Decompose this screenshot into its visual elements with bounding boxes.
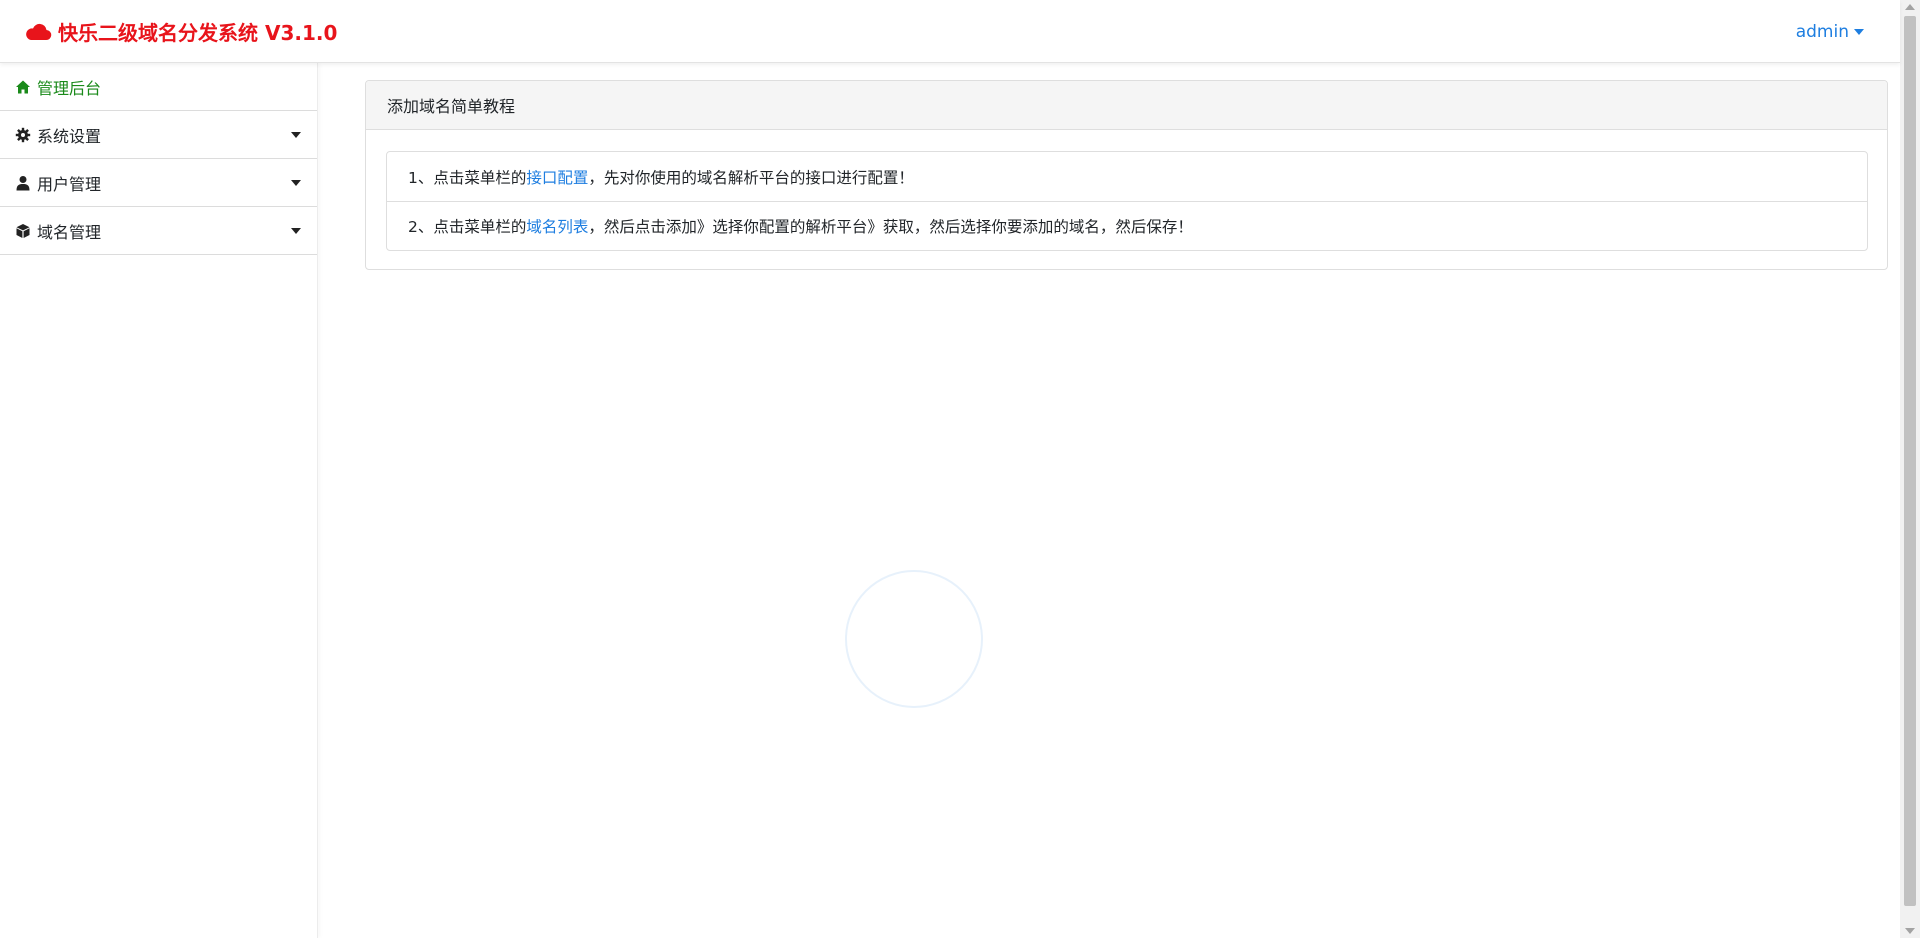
domain-list-link[interactable]: 域名列表 bbox=[526, 215, 588, 237]
step-text-suffix: ，先对你使用的域名解析平台的接口进行配置！ bbox=[588, 168, 914, 187]
cube-icon bbox=[16, 223, 30, 238]
sidebar-item-system-settings[interactable]: 系统设置 bbox=[0, 111, 317, 159]
gear-icon bbox=[15, 127, 31, 142]
cloud-icon bbox=[26, 23, 52, 40]
list-item: 2、点击菜单栏的 域名列表 ，然后点击添加》选择你配置的解析平台》获取，然后选择你要… bbox=[387, 201, 1867, 250]
sidebar-item-label: 用户管理 bbox=[37, 174, 102, 194]
step-text-suffix: ，然后点击添加》选择你配置的解析平台》获取，然后选择你要添加的域名，然后保存！ bbox=[588, 218, 1193, 236]
user-menu-label: admin bbox=[1795, 21, 1849, 42]
sidebar-item-label: 域名管理 bbox=[37, 222, 102, 242]
top-navbar: 快乐二级域名分发系统 V3.1.0 admin bbox=[0, 0, 1900, 63]
scrollbar-thumb[interactable] bbox=[1904, 16, 1916, 906]
step-text-prefix: 2、点击菜单栏的 bbox=[408, 218, 527, 236]
list-item: 1、点击菜单栏的 接口配置 ，先对你使用的域名解析平台的接口进行配置！ bbox=[387, 152, 1867, 201]
chevron-down-icon bbox=[1854, 28, 1864, 35]
caret-down-icon bbox=[291, 228, 301, 234]
brand-text: 快乐二级域名分发系统 V3.1.0 bbox=[58, 21, 338, 45]
brand-title[interactable]: 快乐二级域名分发系统 V3.1.0 bbox=[24, 0, 337, 63]
tutorial-step-list: 1、点击菜单栏的 接口配置 ，先对你使用的域名解析平台的接口进行配置！ 2、点击菜单… bbox=[386, 151, 1868, 251]
tutorial-card: 添加域名简单教程 1、点击菜单栏的 接口配置 ，先对你使用的域名解析平台的接口进行配… bbox=[365, 80, 1888, 270]
user-menu-dropdown[interactable]: admin bbox=[1796, 0, 1864, 63]
sidebar-item-domain-management[interactable]: 域名管理 bbox=[0, 207, 317, 255]
caret-down-icon bbox=[291, 132, 301, 138]
loading-spinner bbox=[845, 570, 983, 708]
home-icon bbox=[16, 80, 30, 93]
sidebar-item-label: 管理后台 bbox=[37, 78, 102, 98]
step-text-prefix: 1、点击菜单栏的 bbox=[408, 168, 527, 187]
scrollbar[interactable] bbox=[1900, 0, 1920, 938]
sidebar-item-dashboard[interactable]: 管理后台 bbox=[0, 63, 317, 111]
sidebar-item-label: 系统设置 bbox=[37, 126, 102, 146]
caret-down-icon bbox=[291, 180, 301, 186]
sidebar: 管理后台 系统设置 用户管理 域名管理 bbox=[0, 63, 318, 938]
card-header: 添加域名简单教程 bbox=[366, 81, 1887, 130]
api-config-link[interactable]: 接口配置 bbox=[526, 166, 588, 188]
scroll-up-icon[interactable] bbox=[1905, 4, 1915, 10]
scroll-down-icon[interactable] bbox=[1905, 928, 1915, 934]
user-icon bbox=[16, 175, 30, 190]
sidebar-item-user-management[interactable]: 用户管理 bbox=[0, 159, 317, 207]
